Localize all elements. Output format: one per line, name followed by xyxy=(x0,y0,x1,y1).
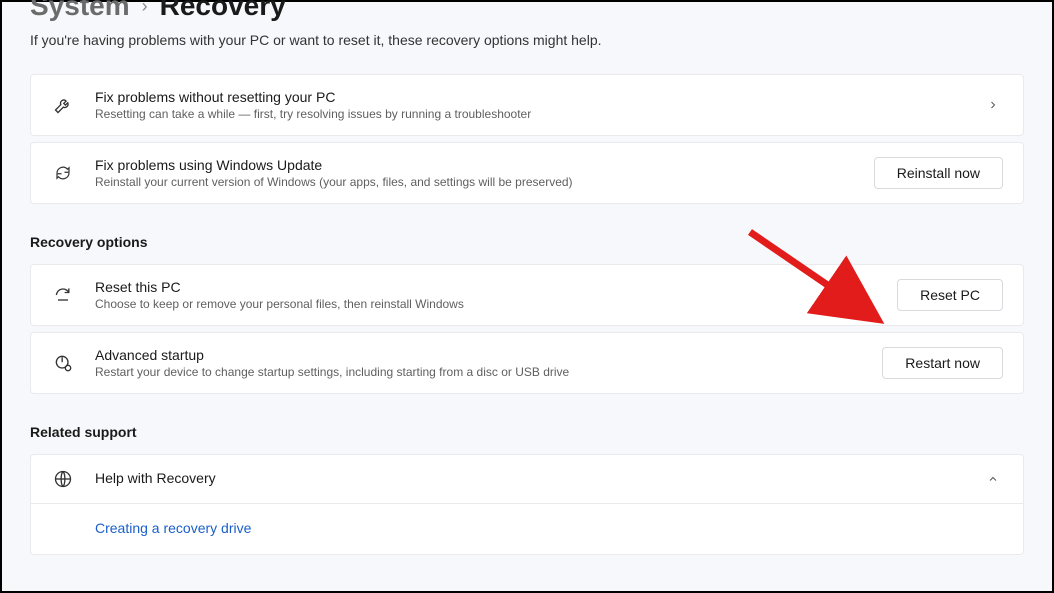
card-advanced-startup: Advanced startup Restart your device to … xyxy=(30,332,1024,394)
card-windows-update: Fix problems using Windows Update Reinst… xyxy=(30,142,1024,204)
card-title: Advanced startup xyxy=(95,347,862,363)
creating-recovery-drive-link[interactable]: Creating a recovery drive xyxy=(95,520,251,536)
card-title: Fix problems using Windows Update xyxy=(95,157,854,173)
power-gear-icon xyxy=(51,353,75,373)
card-desc: Restart your device to change startup se… xyxy=(95,365,862,379)
card-troubleshoot[interactable]: Fix problems without resetting your PC R… xyxy=(30,74,1024,136)
help-link-row: Creating a recovery drive xyxy=(30,504,1024,555)
reset-icon xyxy=(51,285,75,305)
section-recovery-options: Recovery options xyxy=(30,234,1024,250)
card-title: Fix problems without resetting your PC xyxy=(95,89,967,105)
wrench-icon xyxy=(51,95,75,115)
chevron-right-icon xyxy=(987,99,1003,111)
card-desc: Resetting can take a while — first, try … xyxy=(95,107,967,121)
card-title: Reset this PC xyxy=(95,279,877,295)
sync-icon xyxy=(51,164,75,182)
card-reset-pc: Reset this PC Choose to keep or remove y… xyxy=(30,264,1024,326)
reset-pc-button[interactable]: Reset PC xyxy=(897,279,1003,311)
breadcrumb: System › Recovery xyxy=(30,0,1024,22)
breadcrumb-parent[interactable]: System xyxy=(30,0,130,22)
globe-help-icon xyxy=(51,469,75,489)
card-title: Help with Recovery xyxy=(95,470,967,486)
reinstall-now-button[interactable]: Reinstall now xyxy=(874,157,1003,189)
section-related-support: Related support xyxy=(30,424,1024,440)
card-help-with-recovery[interactable]: Help with Recovery xyxy=(30,454,1024,504)
chevron-right-icon: › xyxy=(142,0,148,17)
restart-now-button[interactable]: Restart now xyxy=(882,347,1003,379)
chevron-up-icon xyxy=(987,473,1003,485)
page-subtitle: If you're having problems with your PC o… xyxy=(30,32,1024,48)
card-desc: Choose to keep or remove your personal f… xyxy=(95,297,877,311)
breadcrumb-current: Recovery xyxy=(160,0,286,22)
card-desc: Reinstall your current version of Window… xyxy=(95,175,854,189)
